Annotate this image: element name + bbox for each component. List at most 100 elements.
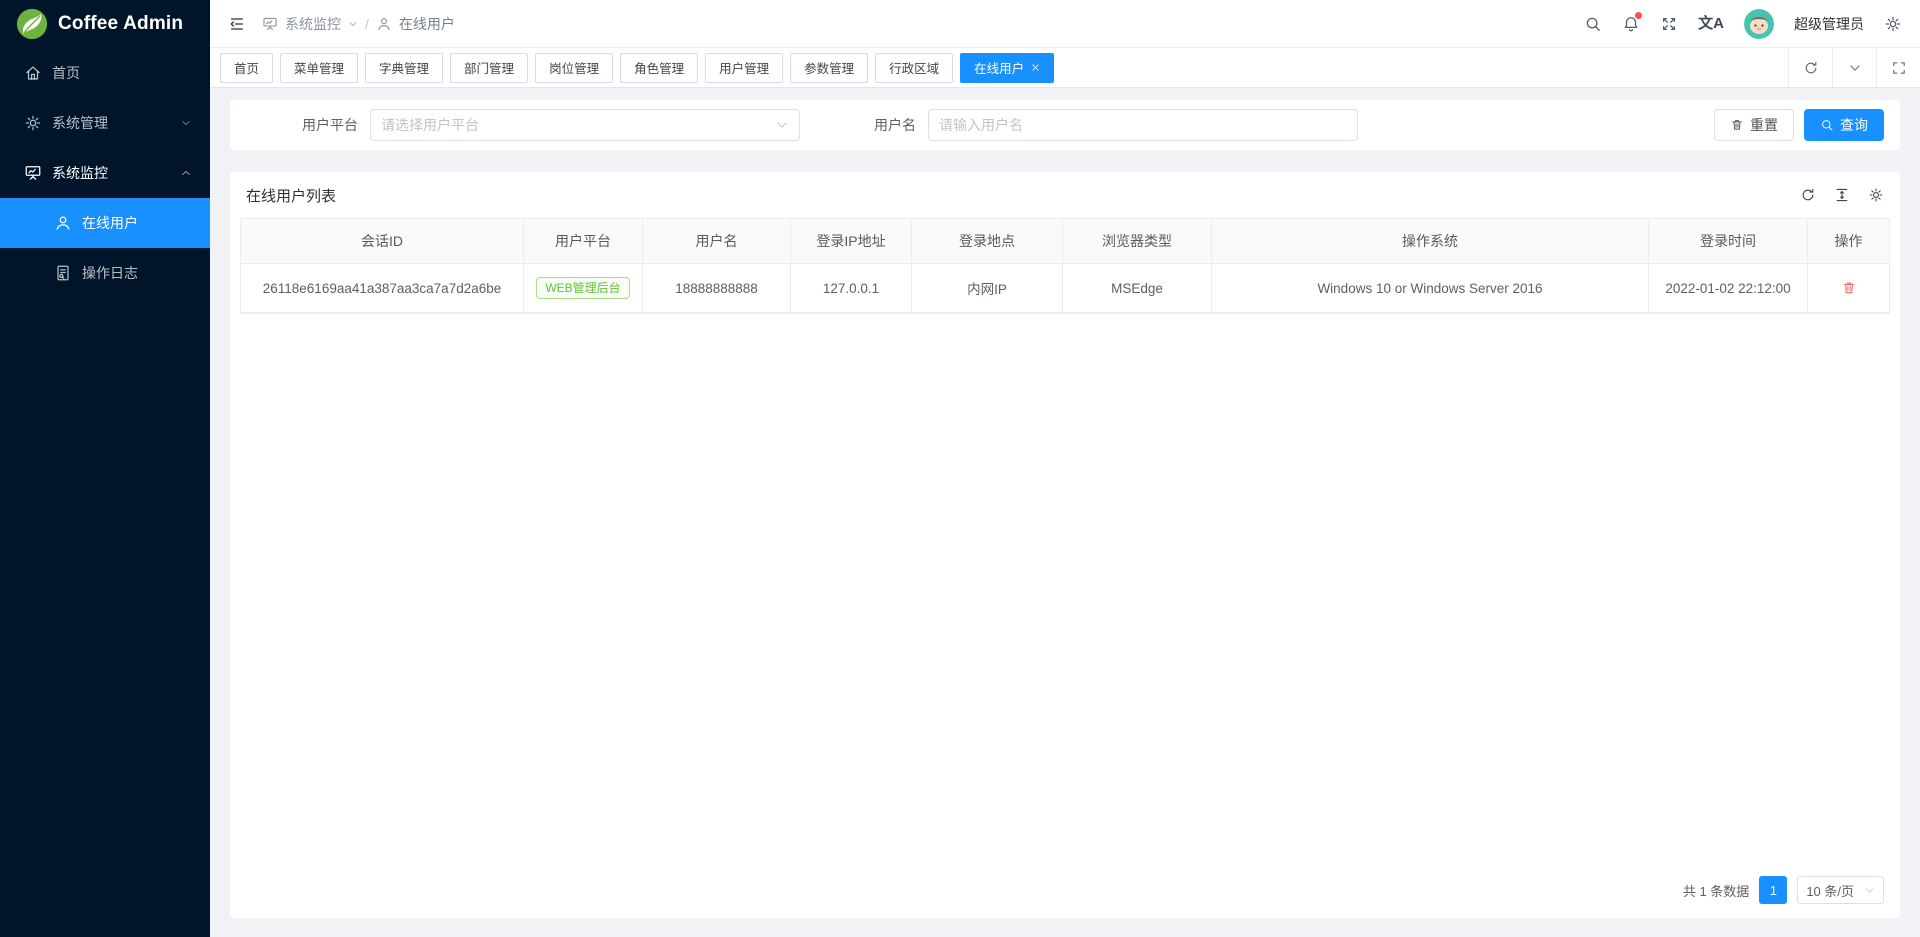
fullscreen-icon[interactable] xyxy=(1660,15,1678,33)
platform-label: 用户平台 xyxy=(302,115,358,135)
notification-bell[interactable] xyxy=(1622,15,1640,33)
sidebar-item-label: 系统监控 xyxy=(52,163,108,183)
cell-ip: 127.0.0.1 xyxy=(791,264,912,312)
tab-label: 在线用户 xyxy=(974,58,1024,77)
tab-admin-region[interactable]: 行政区域 xyxy=(875,53,953,83)
maximize-icon xyxy=(1891,60,1907,76)
search-form-card: 用户平台 请选择用户平台 用户名 重置 查询 xyxy=(230,100,1900,150)
tab-label: 岗位管理 xyxy=(549,58,599,77)
sidebar-item-operation-log[interactable]: 操作日志 xyxy=(0,248,210,298)
col-header-os: 操作系统 xyxy=(1212,219,1649,263)
reset-button-label: 重置 xyxy=(1750,115,1778,135)
col-header-login-time: 登录时间 xyxy=(1649,219,1808,263)
monitor-icon xyxy=(262,16,278,32)
sidebar-item-label: 首页 xyxy=(52,63,80,83)
sidebar-item-system-monitor[interactable]: 系统监控 xyxy=(0,148,210,198)
page-size-select[interactable]: 10 条/页 xyxy=(1797,876,1884,904)
sidebar-item-label: 在线用户 xyxy=(82,213,138,233)
app-logo[interactable]: Coffee Admin xyxy=(0,0,210,48)
row-height-icon[interactable] xyxy=(1834,187,1850,203)
log-icon xyxy=(54,264,72,282)
tab-dept-management[interactable]: 部门管理 xyxy=(450,53,528,83)
query-button[interactable]: 查询 xyxy=(1804,109,1884,141)
tab-menu-management[interactable]: 菜单管理 xyxy=(280,53,358,83)
trash-icon xyxy=(1730,118,1744,132)
sidebar: Coffee Admin 首页 系统管理 系统监控 xyxy=(0,0,210,937)
breadcrumb: 系统监控 / 在线用户 xyxy=(262,14,455,34)
chevron-down-icon xyxy=(348,19,358,29)
col-header-actions: 操作 xyxy=(1808,219,1889,263)
col-header-platform: 用户平台 xyxy=(524,219,643,263)
current-user-name[interactable]: 超级管理员 xyxy=(1794,14,1864,34)
breadcrumb-parent[interactable]: 系统监控 xyxy=(285,14,341,34)
card-header: 在线用户列表 xyxy=(230,172,1900,218)
column-settings-gear-icon[interactable] xyxy=(1868,187,1884,203)
reset-button[interactable]: 重置 xyxy=(1714,109,1794,141)
tab-label: 角色管理 xyxy=(634,58,684,77)
close-icon[interactable] xyxy=(1031,63,1040,72)
breadcrumb-separator: / xyxy=(365,16,369,32)
top-header: 系统监控 / 在线用户 文A xyxy=(210,0,1920,48)
tab-label: 字典管理 xyxy=(379,58,429,77)
search-icon[interactable] xyxy=(1584,15,1602,33)
cell-username: 18888888888 xyxy=(643,264,791,312)
gear-icon xyxy=(24,114,42,132)
avatar[interactable] xyxy=(1744,9,1774,39)
tab-user-management[interactable]: 用户管理 xyxy=(705,53,783,83)
query-button-label: 查询 xyxy=(1840,115,1868,135)
search-icon xyxy=(1820,118,1834,132)
sidebar-item-label: 操作日志 xyxy=(82,263,138,283)
chevron-down-icon xyxy=(1864,885,1875,896)
delete-row-trash-icon[interactable] xyxy=(1841,280,1857,296)
refresh-icon[interactable] xyxy=(1800,187,1816,203)
sidebar-submenu-monitor: 在线用户 操作日志 xyxy=(0,198,210,298)
cell-location: 内网IP xyxy=(912,264,1063,312)
platform-select-placeholder: 请选择用户平台 xyxy=(381,115,479,135)
pagination-total: 共 1 条数据 xyxy=(1683,881,1749,900)
maximize-content-button[interactable] xyxy=(1876,48,1920,87)
username-label: 用户名 xyxy=(874,115,916,135)
username-input[interactable] xyxy=(928,109,1358,141)
chevron-up-icon xyxy=(180,167,192,179)
translate-icon[interactable]: 文A xyxy=(1698,16,1724,31)
sidebar-item-home[interactable]: 首页 xyxy=(0,48,210,98)
sidebar-item-online-users[interactable]: 在线用户 xyxy=(0,198,210,248)
tab-dict-management[interactable]: 字典管理 xyxy=(365,53,443,83)
platform-tag: WEB管理后台 xyxy=(536,277,629,299)
cell-login-time: 2022-01-02 22:12:00 xyxy=(1649,264,1808,312)
tab-label: 行政区域 xyxy=(889,58,939,77)
cell-os: Windows 10 or Windows Server 2016 xyxy=(1212,264,1649,312)
chevron-down-icon xyxy=(775,118,789,132)
col-header-session-id: 会话ID xyxy=(241,219,524,263)
col-header-location: 登录地点 xyxy=(912,219,1063,263)
sidebar-menu: 首页 系统管理 系统监控 在线用户 xyxy=(0,48,210,298)
header-actions: 文A 超级管理员 xyxy=(1584,9,1902,39)
page-content: 用户平台 请选择用户平台 用户名 重置 查询 xyxy=(210,88,1920,937)
platform-select[interactable]: 请选择用户平台 xyxy=(370,109,800,141)
cell-session-id: 26118e6169aa41a387aa3ca7a7d2a6be xyxy=(241,264,524,312)
tab-home[interactable]: 首页 xyxy=(220,53,273,83)
col-header-username: 用户名 xyxy=(643,219,791,263)
settings-gear-icon[interactable] xyxy=(1884,15,1902,33)
tab-options-button[interactable] xyxy=(1832,48,1876,87)
monitor-icon xyxy=(24,164,42,182)
page-tabs: 首页 菜单管理 字典管理 部门管理 岗位管理 角色管理 用户管理 参数管理 行政… xyxy=(210,48,1920,88)
online-users-card: 在线用户列表 会话ID 用户平台 xyxy=(230,172,1900,918)
tab-role-management[interactable]: 角色管理 xyxy=(620,53,698,83)
tab-online-users[interactable]: 在线用户 xyxy=(960,53,1054,83)
sidebar-item-system-management[interactable]: 系统管理 xyxy=(0,98,210,148)
form-buttons: 重置 查询 xyxy=(1714,109,1884,141)
cell-actions xyxy=(1808,264,1889,312)
app-title: Coffee Admin xyxy=(58,13,183,35)
tab-label: 用户管理 xyxy=(719,58,769,77)
avatar-image xyxy=(1744,9,1774,39)
page-number-button[interactable]: 1 xyxy=(1759,876,1787,904)
tab-post-management[interactable]: 岗位管理 xyxy=(535,53,613,83)
tab-param-management[interactable]: 参数管理 xyxy=(790,53,868,83)
menu-fold-icon[interactable] xyxy=(228,15,246,33)
col-header-browser: 浏览器类型 xyxy=(1063,219,1212,263)
refresh-tab-button[interactable] xyxy=(1788,48,1832,87)
user-icon xyxy=(54,214,72,232)
breadcrumb-current: 在线用户 xyxy=(399,14,455,34)
cell-platform: WEB管理后台 xyxy=(524,264,643,312)
